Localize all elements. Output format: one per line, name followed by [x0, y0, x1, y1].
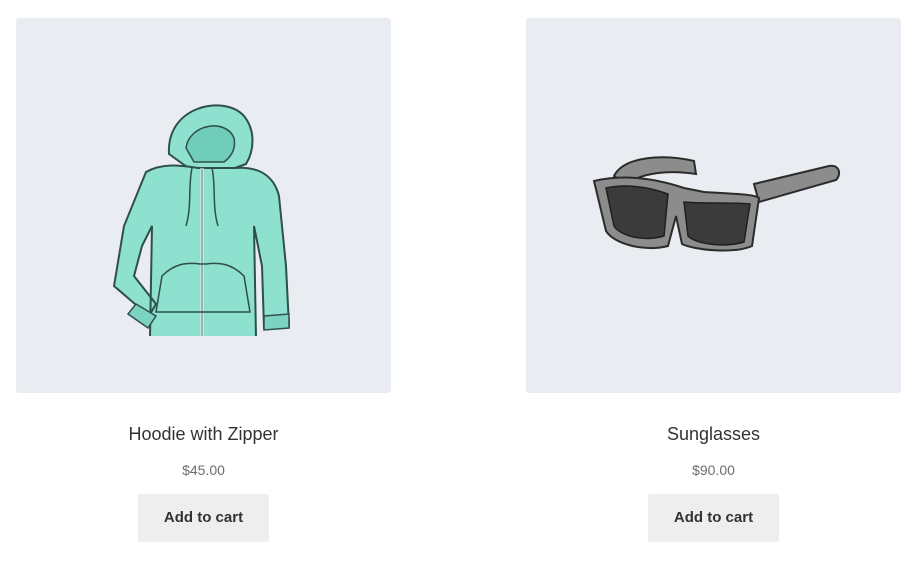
add-to-cart-button[interactable]: Add to cart: [138, 494, 269, 542]
product-price: $45.00: [182, 462, 225, 478]
add-to-cart-button[interactable]: Add to cart: [648, 494, 779, 542]
product-card-hoodie: Hoodie with Zipper $45.00 Add to cart: [16, 18, 391, 542]
product-image-link[interactable]: [16, 18, 391, 393]
product-grid: Hoodie with Zipper $45.00 Add to cart Su…: [0, 0, 918, 564]
product-card-sunglasses: Sunglasses $90.00 Add to cart: [526, 18, 901, 542]
product-title[interactable]: Hoodie with Zipper: [16, 423, 391, 445]
product-title[interactable]: Sunglasses: [526, 423, 901, 445]
hoodie-image: [112, 103, 290, 336]
product-price: $90.00: [692, 462, 735, 478]
sunglasses-image: [592, 155, 840, 251]
product-image-link[interactable]: [526, 18, 901, 393]
